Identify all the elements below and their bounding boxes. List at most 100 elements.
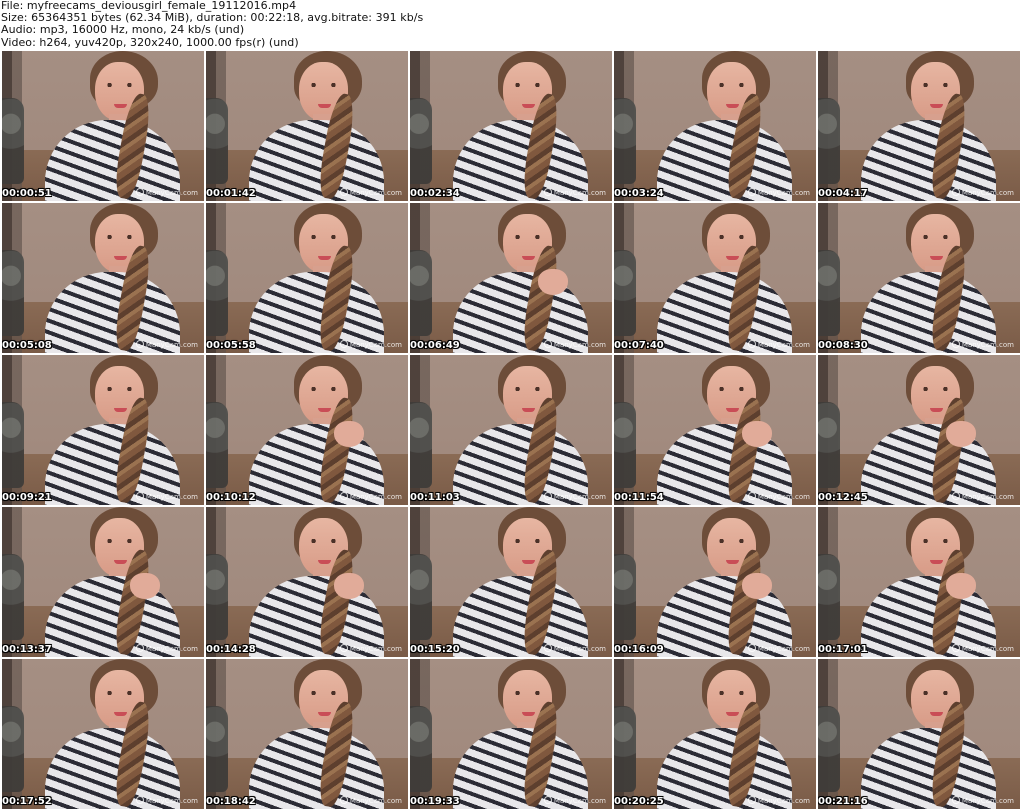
eyes-shape — [308, 691, 339, 695]
video-thumbnail: ManyCam.com 00:14:28 — [206, 507, 408, 657]
eyes-shape — [920, 691, 951, 695]
chair-back — [614, 706, 636, 792]
manycam-watermark: ManyCam.com — [543, 188, 606, 197]
lips-shape — [726, 408, 739, 412]
manycam-watermark: ManyCam.com — [747, 796, 810, 805]
eyes-shape — [716, 83, 747, 87]
thumbnail-timestamp: 00:06:49 — [410, 340, 460, 351]
lips-shape — [930, 712, 943, 716]
chair-back — [818, 554, 840, 640]
eyes-shape — [920, 83, 951, 87]
watermark-icon — [135, 492, 144, 500]
watermark-text: ManyCam.com — [145, 645, 198, 653]
thumbnail-timestamp: 00:21:16 — [818, 796, 868, 807]
lips-shape — [114, 712, 127, 716]
video-thumbnail: ManyCam.com 00:21:16 — [818, 659, 1020, 809]
lips-shape — [114, 256, 127, 260]
chair-back — [2, 250, 24, 336]
video-thumbnail: ManyCam.com 00:03:24 — [614, 51, 816, 201]
watermark-text: ManyCam.com — [349, 797, 402, 805]
watermark-text: ManyCam.com — [553, 189, 606, 197]
chair-back — [410, 706, 432, 792]
video-thumbnail: ManyCam.com 00:10:12 — [206, 355, 408, 505]
manycam-watermark: ManyCam.com — [339, 340, 402, 349]
thumbnail-timestamp: 00:05:58 — [206, 340, 256, 351]
video-thumbnail: ManyCam.com 00:00:51 — [2, 51, 204, 201]
chair-back — [206, 98, 228, 184]
watermark-text: ManyCam.com — [961, 341, 1014, 349]
watermark-text: ManyCam.com — [553, 493, 606, 501]
thumbnail-timestamp: 00:19:33 — [410, 796, 460, 807]
manycam-watermark: ManyCam.com — [135, 796, 198, 805]
video-thumbnail: ManyCam.com 00:11:54 — [614, 355, 816, 505]
eyes-shape — [716, 539, 747, 543]
chair-back — [2, 98, 24, 184]
watermark-text: ManyCam.com — [145, 189, 198, 197]
chair-back — [206, 402, 228, 488]
thumbnail-timestamp: 00:18:42 — [206, 796, 256, 807]
watermark-icon — [543, 796, 552, 804]
hand-shape — [742, 573, 772, 599]
thumbnail-timestamp: 00:03:24 — [614, 188, 664, 199]
thumbnail-timestamp: 00:01:42 — [206, 188, 256, 199]
video-thumbnail: ManyCam.com 00:05:58 — [206, 203, 408, 353]
manycam-watermark: ManyCam.com — [339, 796, 402, 805]
watermark-icon — [543, 644, 552, 652]
chair-back — [2, 706, 24, 792]
manycam-watermark: ManyCam.com — [951, 644, 1014, 653]
video-thumbnail: ManyCam.com 00:06:49 — [410, 203, 612, 353]
thumbnail-timestamp: 00:05:08 — [2, 340, 52, 351]
watermark-icon — [135, 644, 144, 652]
manycam-watermark: ManyCam.com — [339, 188, 402, 197]
chair-back — [206, 554, 228, 640]
thumbnail-timestamp: 00:08:30 — [818, 340, 868, 351]
watermark-icon — [747, 644, 756, 652]
watermark-text: ManyCam.com — [553, 341, 606, 349]
video-thumbnail: ManyCam.com 00:08:30 — [818, 203, 1020, 353]
manycam-watermark: ManyCam.com — [543, 796, 606, 805]
thumbnail-timestamp: 00:00:51 — [2, 188, 52, 199]
eyes-shape — [512, 83, 543, 87]
thumbnail-timestamp: 00:04:17 — [818, 188, 868, 199]
thumbnail-timestamp: 00:14:28 — [206, 644, 256, 655]
lips-shape — [318, 560, 331, 564]
chair-back — [410, 250, 432, 336]
video-thumbnail: ManyCam.com 00:13:37 — [2, 507, 204, 657]
video-thumbnail: ManyCam.com 00:04:17 — [818, 51, 1020, 201]
manycam-watermark: ManyCam.com — [543, 340, 606, 349]
lips-shape — [318, 408, 331, 412]
hand-shape — [946, 573, 976, 599]
watermark-icon — [339, 644, 348, 652]
thumbnail-timestamp: 00:15:20 — [410, 644, 460, 655]
video-thumbnail: ManyCam.com 00:19:33 — [410, 659, 612, 809]
video-thumbnail: ManyCam.com 00:12:45 — [818, 355, 1020, 505]
video-thumbnail: ManyCam.com 00:05:08 — [2, 203, 204, 353]
video-thumbnail: ManyCam.com 00:17:01 — [818, 507, 1020, 657]
chair-back — [818, 402, 840, 488]
watermark-text: ManyCam.com — [349, 189, 402, 197]
thumbnail-timestamp: 00:09:21 — [2, 492, 52, 503]
eyes-shape — [920, 387, 951, 391]
watermark-icon — [747, 796, 756, 804]
eyes-shape — [308, 235, 339, 239]
watermark-icon — [135, 796, 144, 804]
watermark-icon — [951, 644, 960, 652]
watermark-icon — [951, 188, 960, 196]
watermark-text: ManyCam.com — [349, 645, 402, 653]
watermark-text: ManyCam.com — [961, 493, 1014, 501]
chair-back — [614, 402, 636, 488]
manycam-watermark: ManyCam.com — [747, 340, 810, 349]
lips-shape — [726, 560, 739, 564]
watermark-text: ManyCam.com — [145, 341, 198, 349]
chair-back — [614, 250, 636, 336]
eyes-shape — [104, 539, 135, 543]
watermark-text: ManyCam.com — [757, 493, 810, 501]
watermark-icon — [747, 492, 756, 500]
watermark-icon — [747, 188, 756, 196]
watermark-text: ManyCam.com — [757, 645, 810, 653]
video-thumbnail: ManyCam.com 00:20:25 — [614, 659, 816, 809]
manycam-watermark: ManyCam.com — [135, 644, 198, 653]
watermark-icon — [543, 188, 552, 196]
lips-shape — [114, 560, 127, 564]
manycam-watermark: ManyCam.com — [747, 492, 810, 501]
